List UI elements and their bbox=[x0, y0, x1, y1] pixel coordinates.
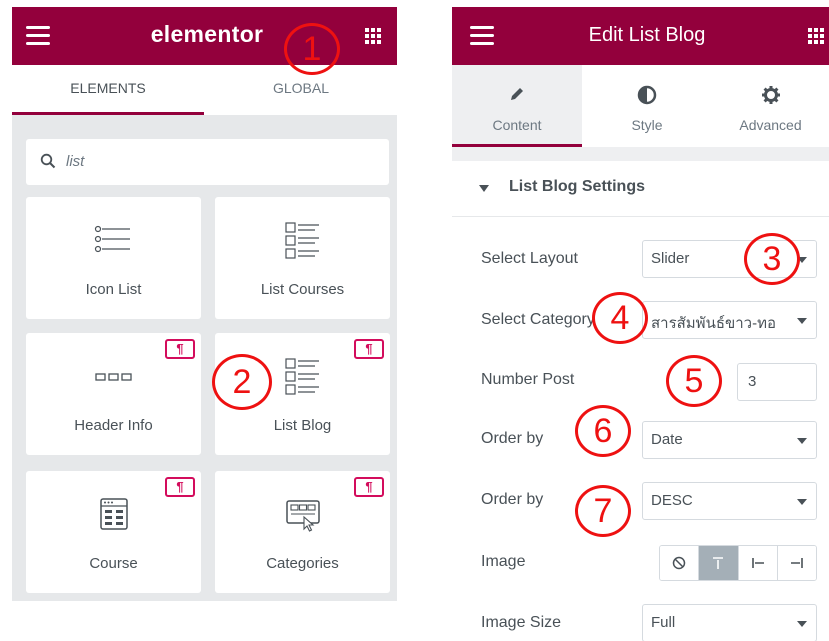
callout-7: 7 bbox=[575, 485, 631, 537]
list-courses-icon bbox=[284, 222, 319, 259]
widget-label: List Courses bbox=[260, 281, 345, 298]
callout-1: 1 bbox=[284, 23, 340, 75]
widgets-grid-icon[interactable] bbox=[808, 28, 824, 44]
image-size-label: Image Size bbox=[481, 614, 562, 631]
panel-header: elementor bbox=[12, 7, 397, 65]
select-value: DESC bbox=[651, 492, 693, 509]
tab-label: Advanced bbox=[739, 117, 802, 133]
search-icon bbox=[40, 153, 56, 169]
select-category-dropdown[interactable]: สารสัมพันธ์ขาว-ทอ bbox=[642, 301, 817, 339]
menu-icon[interactable] bbox=[470, 26, 494, 45]
widget-label: Icon List bbox=[85, 281, 142, 298]
half-circle-icon bbox=[637, 85, 657, 105]
image-left-option[interactable] bbox=[738, 546, 778, 580]
image-position-choice bbox=[659, 545, 817, 581]
none-icon bbox=[672, 556, 686, 570]
widget-label: Categories bbox=[266, 555, 339, 572]
search-query: list bbox=[66, 153, 85, 170]
elements-panel: elementor ELEMENTS GLOBAL list Icon List bbox=[12, 7, 397, 601]
image-right-option[interactable] bbox=[777, 546, 816, 580]
list-blog-icon bbox=[284, 358, 319, 395]
select-value: Full bbox=[651, 614, 676, 631]
section-toggle[interactable]: List Blog Settings bbox=[452, 167, 829, 217]
widget-label: Header Info bbox=[74, 417, 153, 434]
caret-down-icon bbox=[479, 185, 489, 192]
align-right-icon bbox=[790, 558, 803, 568]
chevron-down-icon bbox=[797, 438, 807, 444]
widget-categories[interactable]: ¶ Categories bbox=[215, 471, 390, 593]
select-category-label: Select Category bbox=[481, 311, 595, 328]
pencil-icon bbox=[511, 88, 523, 100]
search-input[interactable]: list bbox=[26, 139, 389, 185]
order-by-label: Order by bbox=[481, 430, 544, 447]
align-top-icon bbox=[713, 557, 724, 569]
number-post-label: Number Post bbox=[481, 371, 575, 388]
widget-label: List Blog bbox=[273, 417, 332, 434]
menu-icon[interactable] bbox=[26, 26, 50, 45]
header-info-icon bbox=[94, 373, 132, 381]
tab-label: Style bbox=[631, 117, 663, 133]
tab-content[interactable]: Content bbox=[452, 65, 582, 147]
order-dropdown[interactable]: DESC bbox=[642, 482, 817, 520]
elementor-logo: elementor bbox=[150, 21, 264, 47]
callout-2: 2 bbox=[212, 354, 272, 410]
tab-advanced[interactable]: Advanced bbox=[712, 65, 829, 147]
widget-header-info[interactable]: ¶ Header Info bbox=[26, 333, 201, 455]
callout-3: 3 bbox=[744, 233, 800, 285]
chevron-down-icon bbox=[797, 621, 807, 627]
categories-icon bbox=[285, 500, 320, 532]
widget-label: Course bbox=[89, 555, 138, 572]
select-value: Date bbox=[651, 431, 683, 448]
widgets-grid-icon[interactable] bbox=[365, 28, 381, 44]
editor-tabs: Content Style Advanced bbox=[452, 65, 829, 147]
order-label: Order by bbox=[481, 491, 544, 508]
widget-icon-list[interactable]: Icon List bbox=[26, 197, 201, 319]
image-label: Image bbox=[481, 553, 526, 570]
callout-5: 5 bbox=[666, 355, 722, 407]
image-size-dropdown[interactable]: Full bbox=[642, 604, 817, 641]
panel-header: Edit List Blog bbox=[452, 7, 829, 65]
order-by-dropdown[interactable]: Date bbox=[642, 421, 817, 459]
icon-list-icon bbox=[94, 225, 130, 253]
chevron-down-icon bbox=[797, 499, 807, 505]
panel-title: Edit List Blog bbox=[588, 24, 706, 46]
tab-style[interactable]: Style bbox=[582, 65, 712, 147]
select-layout-label: Select Layout bbox=[481, 250, 578, 267]
gear-icon bbox=[761, 86, 780, 104]
image-top-option[interactable] bbox=[699, 546, 739, 580]
select-value: สารสัมพันธ์ขาว-ทอ bbox=[651, 315, 776, 332]
chevron-down-icon bbox=[797, 318, 807, 324]
select-value: Slider bbox=[651, 250, 690, 267]
image-none-option[interactable] bbox=[660, 546, 700, 580]
tabs-divider bbox=[452, 147, 829, 161]
widget-course[interactable]: ¶ Course bbox=[26, 471, 201, 593]
align-left-icon bbox=[751, 558, 764, 568]
tab-elements[interactable]: ELEMENTS bbox=[12, 65, 204, 115]
number-post-input[interactable]: 3 bbox=[737, 363, 817, 401]
section-title: List Blog Settings bbox=[509, 178, 645, 195]
panel-tabs: ELEMENTS GLOBAL bbox=[12, 65, 397, 115]
widget-list-courses[interactable]: List Courses bbox=[215, 197, 390, 319]
callout-4: 4 bbox=[592, 292, 648, 344]
course-icon bbox=[99, 498, 128, 530]
callout-6: 6 bbox=[575, 405, 631, 457]
tab-label: Content bbox=[492, 117, 542, 133]
